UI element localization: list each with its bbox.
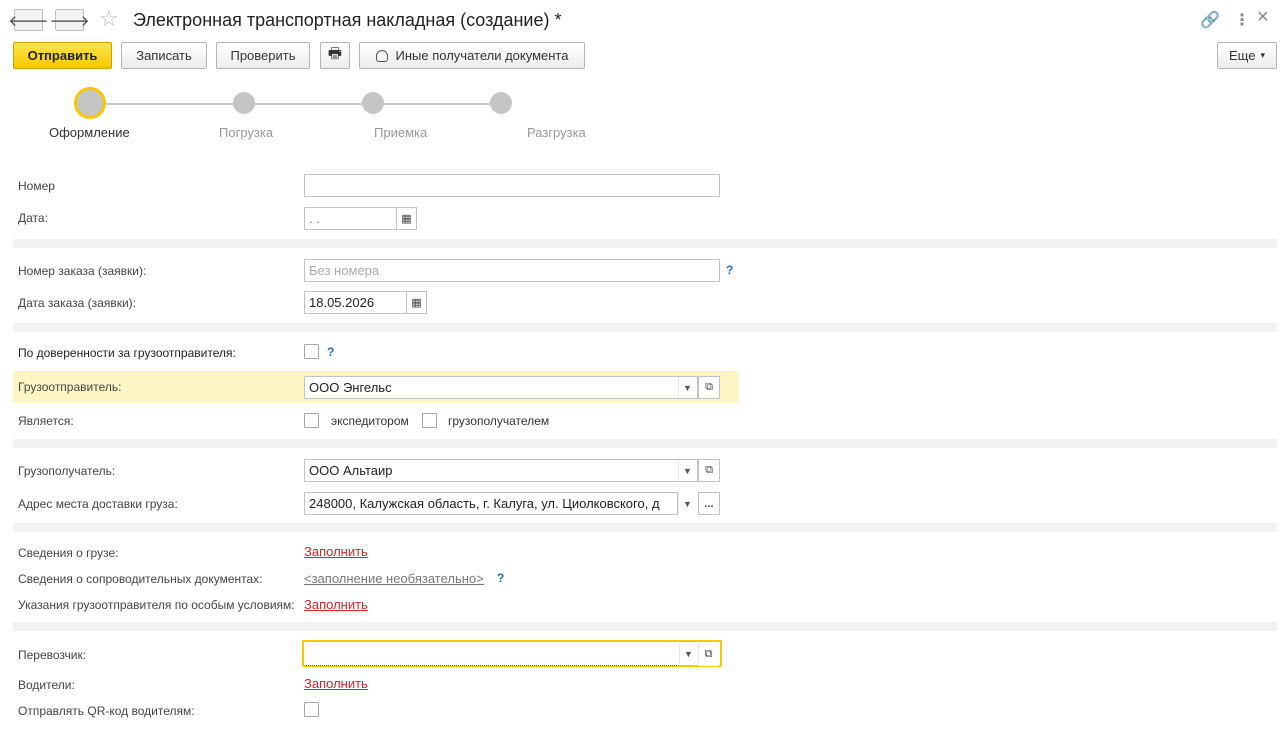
order-date-input[interactable]: 18.05.2026 [304,291,407,314]
favorite-star-icon[interactable]: ☆ [99,8,119,30]
chevron-down-icon: ▼ [683,382,692,393]
step-dot-design[interactable] [74,87,106,119]
section-separator [13,323,1277,332]
open-icon: ⧉ [704,648,713,660]
accompanying-docs-help-icon[interactable]: ? [497,571,504,585]
more-vertical-icon[interactable]: ⋮ [1234,10,1250,30]
send-qr-checkbox[interactable] [304,702,319,717]
delivery-address-dropdown-button[interactable]: ▼ [678,493,696,514]
step-label-design[interactable]: Оформление [49,125,130,140]
printer-icon: 🖶 [327,45,343,62]
more-label: Еще [1229,48,1256,63]
forward-button[interactable]: 🡒 [49,9,90,31]
carrier-dropdown-button[interactable]: ▼ [679,643,697,664]
number-label: Номер [18,179,55,193]
shipper-dropdown-button[interactable]: ▼ [678,377,696,398]
other-recipients-button[interactable]: Иные получатели документа [359,42,585,69]
forwarder-checkbox[interactable] [304,413,319,428]
by-proxy-checkbox[interactable] [304,344,319,359]
arrow-left-icon: 🡐 [8,12,49,30]
calendar-icon: ▦ [411,297,422,309]
forwarder-label: экспедитором [331,414,409,428]
save-button[interactable]: Записать [121,42,207,69]
date-input[interactable]: . . [304,207,397,230]
order-date-label: Дата заказа (заявки): [18,296,136,310]
consignee-dropdown-button[interactable]: ▼ [678,460,696,481]
order-date-calendar-button[interactable]: ▦ [406,291,427,314]
consignee-option-label: грузополучателем [448,414,550,428]
date-label: Дата: [18,211,48,225]
delivery-address-label: Адрес места доставки груза: [18,497,178,511]
link-icon[interactable]: 🔗 [1200,10,1220,30]
page-title: Электронная транспортная накладная (созд… [133,10,562,30]
number-input[interactable] [304,174,720,197]
consignee-checkbox[interactable] [422,413,437,428]
order-number-help-icon[interactable]: ? [726,263,733,277]
shipper-input[interactable]: ООО Энгельс [304,376,698,399]
consignee-label: Грузополучатель: [18,464,116,478]
chevron-down-icon: ▼ [683,498,692,509]
shipper-label: Грузоотправитель: [18,380,122,394]
special-conditions-fill-link[interactable]: Заполнить [304,597,368,612]
consignee-input[interactable]: ООО Альтаир [304,459,698,482]
step-dot-unloading[interactable] [490,92,512,114]
delivery-address-input[interactable]: 248000, Калужская область, г. Калуга, ул… [304,492,678,515]
chevron-down-icon: ▾ [1260,50,1265,60]
section-separator [13,439,1277,448]
section-separator [13,523,1277,532]
carrier-input[interactable] [305,643,679,666]
order-number-label: Номер заказа (заявки): [18,264,147,278]
cargo-info-label: Сведения о грузе: [18,546,119,560]
ellipsis-icon: ... [704,497,714,510]
by-proxy-label: По доверенности за грузоотправителя: [18,346,236,360]
date-calendar-button[interactable]: ▦ [396,207,417,230]
step-label-unloading[interactable]: Разгрузка [527,125,586,140]
order-number-input[interactable]: Без номера [304,259,720,282]
delivery-address-select-button[interactable]: ... [698,492,720,515]
chevron-down-icon: ▼ [684,648,693,659]
stepper-line [105,103,500,105]
arrow-right-icon: 🡒 [49,12,90,30]
back-button[interactable]: 🡐 [8,9,49,31]
users-icon [375,49,388,62]
send-button[interactable]: Отправить [13,42,112,69]
section-separator [13,239,1277,248]
section-separator [13,622,1277,631]
is-label: Является: [18,414,74,428]
step-label-acceptance[interactable]: Приемка [374,125,427,140]
chevron-down-icon: ▼ [683,465,692,476]
step-label-loading[interactable]: Погрузка [219,125,273,140]
calendar-icon: ▦ [401,213,412,225]
accompanying-docs-link[interactable]: <заполнение необязательно> [304,571,484,586]
check-button[interactable]: Проверить [216,42,310,69]
close-icon[interactable]: × [1257,6,1269,29]
step-dot-acceptance[interactable] [362,92,384,114]
open-icon: ⧉ [705,464,713,476]
drivers-fill-link[interactable]: Заполнить [304,676,368,691]
special-conditions-label: Указания грузоотправителя по особым усло… [18,598,295,612]
other-recipients-label: Иные получатели документа [395,48,569,63]
open-icon: ⧉ [705,381,713,393]
carrier-label: Перевозчик: [18,648,87,662]
accompanying-docs-label: Сведения о сопроводительных документах: [18,572,263,586]
carrier-open-button[interactable]: ⧉ [698,643,719,666]
cargo-info-fill-link[interactable]: Заполнить [304,544,368,559]
send-qr-label: Отправлять QR-код водителям: [18,704,195,718]
consignee-open-button[interactable]: ⧉ [698,459,720,482]
more-button[interactable]: Еще ▾ [1217,42,1277,69]
drivers-label: Водители: [18,678,75,692]
by-proxy-help-icon[interactable]: ? [327,345,334,359]
print-button[interactable]: 🖶 [320,42,350,69]
shipper-open-button[interactable]: ⧉ [698,376,720,399]
step-dot-loading[interactable] [233,92,255,114]
